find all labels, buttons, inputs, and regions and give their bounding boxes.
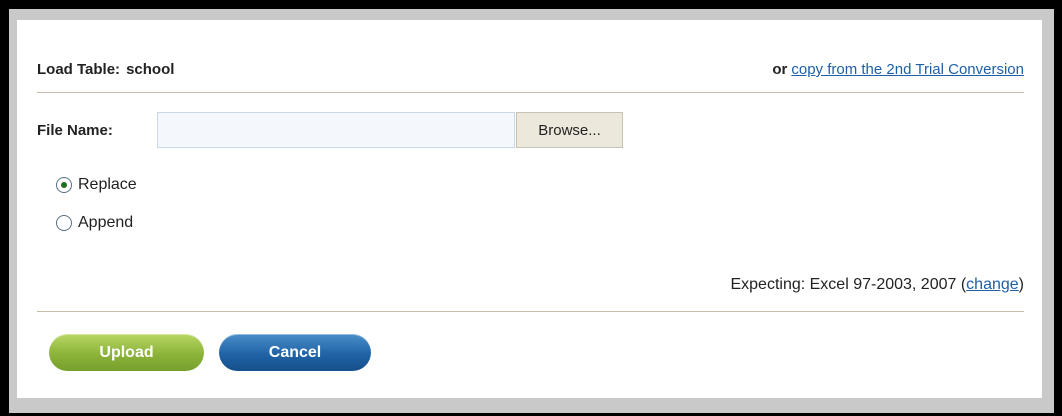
change-format-link[interactable]: change (966, 276, 1019, 293)
load-table-title: Load Table: school (37, 61, 174, 78)
append-option[interactable]: Append (56, 213, 133, 233)
expected-format: Expecting: Excel 97-2003, 2007 (change) (730, 276, 1024, 294)
browse-button[interactable]: Browse... (516, 112, 623, 148)
expecting-suffix: ) (1018, 276, 1024, 293)
file-name-input[interactable] (157, 112, 515, 148)
replace-label: Replace (78, 176, 137, 193)
copy-from-trial-link[interactable]: copy from the 2nd Trial Conversion (791, 61, 1024, 78)
replace-radio[interactable] (56, 177, 72, 193)
append-label: Append (78, 214, 134, 231)
header-divider (37, 92, 1024, 93)
copy-option: or copy from the 2nd Trial Conversion (772, 61, 1024, 78)
cancel-button[interactable]: Cancel (219, 334, 371, 371)
copy-prefix: or (772, 61, 788, 78)
load-table-label: Load Table: (37, 61, 121, 78)
footer-divider (37, 311, 1024, 312)
expecting-text: Expecting: Excel 97-2003, 2007 ( (730, 276, 967, 293)
load-table-header: Load Table: school or copy from the 2nd Tr… (37, 61, 1024, 79)
upload-button[interactable]: Upload (49, 334, 204, 371)
append-radio[interactable] (56, 215, 72, 231)
table-name: school (126, 61, 175, 78)
replace-option[interactable]: Replace (56, 175, 137, 195)
file-name-label: File Name: (37, 122, 113, 139)
